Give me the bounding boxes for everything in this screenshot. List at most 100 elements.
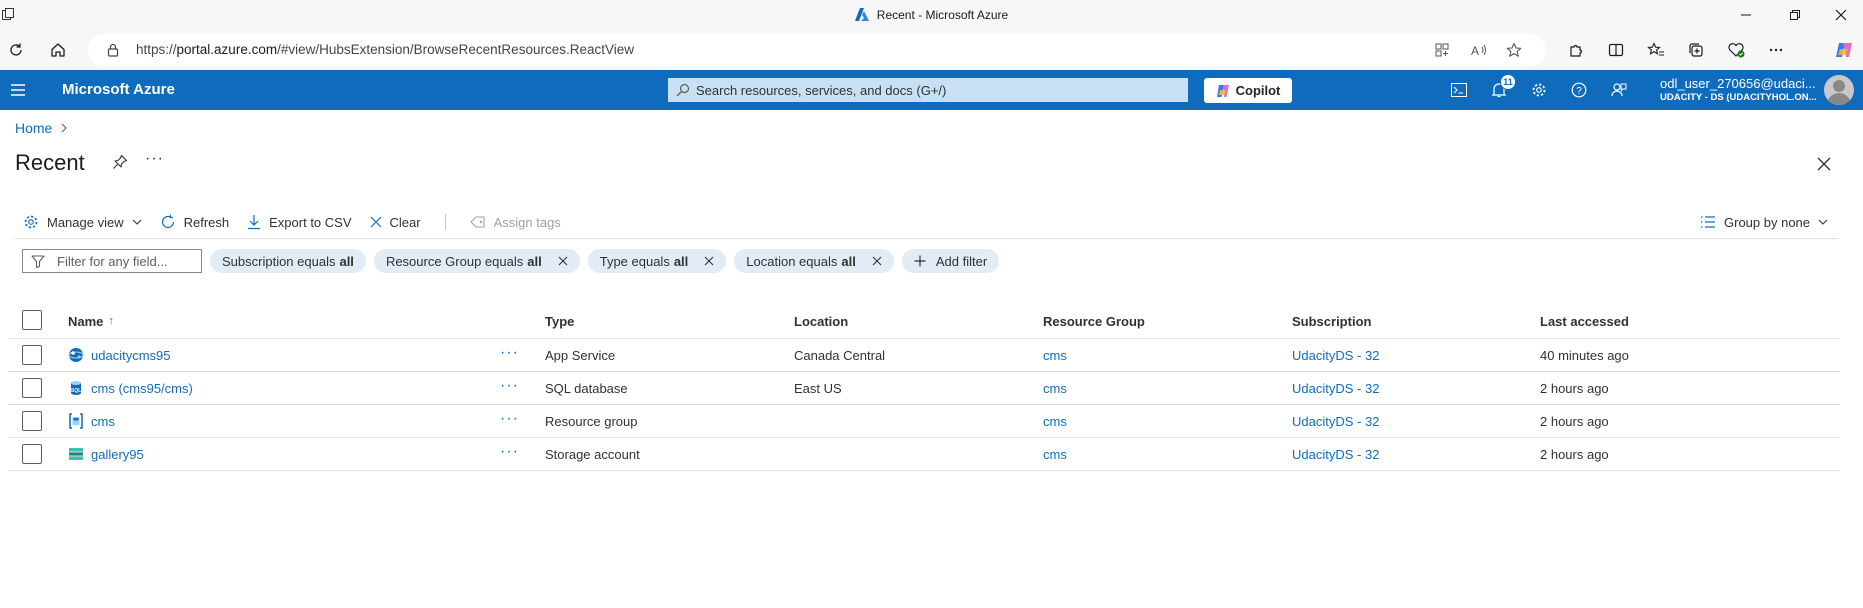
copilot-sidebar-button[interactable] — [1830, 36, 1858, 64]
filter-pill-field: Location equals — [746, 253, 838, 269]
resource-name-link[interactable]: udacitycms95 — [91, 348, 170, 363]
row-checkbox[interactable] — [22, 411, 42, 431]
read-aloud-button[interactable]: A — [1468, 40, 1490, 60]
split-screen-button[interactable] — [1602, 36, 1630, 64]
resources-grid: Name ↑ Type Location Resource Group Subs… — [8, 304, 1840, 471]
resource-name-link[interactable]: cms — [91, 414, 115, 429]
row-more-actions[interactable]: ··· — [500, 344, 519, 362]
global-search-input[interactable] — [696, 78, 1176, 102]
favorites-list-icon — [1647, 42, 1664, 56]
copilot-button[interactable]: Copilot — [1204, 78, 1292, 103]
row-checkbox[interactable] — [22, 378, 42, 398]
browser-essentials-button[interactable] — [1722, 36, 1750, 64]
subscription-link[interactable]: UdacityDS - 32 — [1292, 339, 1379, 371]
search-icon — [676, 83, 690, 97]
filter-pill-resource-group[interactable]: Resource Group equals all — [373, 249, 580, 273]
group-by-label: Group by none — [1724, 214, 1811, 230]
filter-pill-type[interactable]: Type equals all — [587, 249, 727, 273]
row-more-actions[interactable]: ··· — [500, 410, 519, 428]
app-available-button[interactable] — [1431, 40, 1453, 60]
storage-account-icon — [69, 448, 83, 460]
url-text[interactable]: https://portal.azure.com/#view/HubsExten… — [136, 42, 634, 57]
resource-group-link[interactable]: cms — [1043, 438, 1067, 470]
account-menu[interactable]: odl_user_270656@udaci... UDACITY - DS (U… — [1660, 76, 1830, 103]
add-filter-button[interactable]: Add filter — [901, 249, 1000, 273]
pin-icon[interactable] — [112, 154, 128, 170]
chevron-down-icon — [132, 219, 141, 225]
global-search[interactable] — [668, 78, 1188, 102]
favorite-button[interactable] — [1503, 40, 1525, 60]
avatar[interactable] — [1824, 75, 1854, 105]
close-blade-button[interactable] — [1812, 152, 1836, 176]
sql-database-icon: SQL — [71, 381, 81, 395]
column-header-type[interactable]: Type — [545, 304, 574, 338]
last-accessed-cell: 40 minutes ago — [1540, 347, 1629, 363]
refresh-button[interactable]: Refresh — [160, 208, 229, 236]
row-more-actions[interactable]: ··· — [500, 377, 519, 395]
window-title-text: Recent - Microsoft Azure — [876, 8, 1009, 22]
list-group-icon — [1701, 216, 1715, 228]
column-header-subscription[interactable]: Subscription — [1292, 304, 1371, 338]
cloud-shell-button[interactable] — [1444, 76, 1474, 104]
settings-and-more-button[interactable] — [1762, 36, 1790, 64]
resource-group-link[interactable]: cms — [1043, 372, 1067, 404]
restore-button[interactable] — [1772, 0, 1818, 30]
resource-name-link[interactable]: gallery95 — [91, 447, 144, 462]
gear-icon — [1532, 83, 1546, 97]
site-info-icon[interactable] — [106, 43, 120, 57]
reload-button[interactable] — [2, 36, 30, 64]
row-more-actions[interactable]: ··· — [500, 443, 519, 461]
group-by-dropdown[interactable]: Group by none — [1700, 208, 1828, 236]
favorites-button[interactable] — [1642, 36, 1670, 64]
copilot-icon — [1836, 43, 1852, 57]
column-header-resource-group[interactable]: Resource Group — [1043, 304, 1145, 338]
row-checkbox[interactable] — [22, 345, 42, 365]
column-header-last-accessed[interactable]: Last accessed — [1540, 304, 1629, 338]
resource-group-link[interactable]: cms — [1043, 405, 1067, 437]
filter-input[interactable] — [57, 250, 197, 272]
address-bar[interactable]: https://portal.azure.com/#view/HubsExten… — [88, 34, 1546, 66]
resource-group-link[interactable]: cms — [1043, 339, 1067, 371]
url-path: /#view/HubsExtension/BrowseRecentResourc… — [277, 42, 634, 57]
page-more-actions[interactable]: ··· — [145, 150, 164, 168]
home-button[interactable] — [44, 36, 72, 64]
filter-pill-subscription[interactable]: Subscription equals all — [210, 249, 366, 273]
collections-button[interactable] — [1682, 36, 1710, 64]
star-icon — [1506, 42, 1522, 57]
help-button[interactable]: ? — [1564, 76, 1594, 104]
breadcrumb-home[interactable]: Home — [15, 120, 52, 136]
chevron-right-icon — [61, 123, 68, 133]
subscription-link[interactable]: UdacityDS - 32 — [1292, 438, 1379, 470]
column-header-location[interactable]: Location — [794, 304, 848, 338]
remove-filter-button[interactable] — [704, 256, 714, 266]
remove-filter-button[interactable] — [872, 256, 882, 266]
manage-view-button[interactable]: Manage view — [23, 208, 142, 236]
subscription-link[interactable]: UdacityDS - 32 — [1292, 372, 1379, 404]
extensions-button[interactable] — [1562, 36, 1590, 64]
subscription-link[interactable]: UdacityDS - 32 — [1292, 405, 1379, 437]
export-csv-button[interactable]: Export to CSV — [247, 208, 352, 236]
notifications-button[interactable]: 11 — [1484, 74, 1516, 104]
url-domain: portal.azure.com — [176, 42, 278, 57]
settings-button[interactable] — [1524, 76, 1554, 104]
feedback-button[interactable] — [1604, 76, 1634, 104]
minimize-icon — [1741, 14, 1751, 16]
assign-tags-button[interactable]: Assign tags — [469, 208, 561, 236]
filter-pill-location[interactable]: Location equals all — [734, 249, 894, 273]
ellipsis-icon — [1769, 48, 1783, 52]
clear-button[interactable]: Clear — [370, 208, 421, 236]
azure-brand[interactable]: Microsoft Azure — [62, 81, 175, 98]
chevron-down-icon — [1818, 219, 1828, 225]
close-icon — [872, 256, 882, 266]
column-header-name[interactable]: Name ↑ — [68, 304, 114, 338]
select-all-checkbox[interactable] — [22, 310, 42, 330]
row-checkbox[interactable] — [22, 444, 42, 464]
close-window-button[interactable] — [1818, 0, 1863, 30]
filter-input-box[interactable] — [22, 249, 202, 273]
remove-filter-button[interactable] — [558, 256, 568, 266]
resource-name-link[interactable]: cms (cms95/cms) — [91, 381, 193, 396]
help-icon: ? — [1571, 82, 1587, 98]
portal-menu-icon[interactable] — [10, 82, 26, 98]
close-icon — [704, 256, 714, 266]
minimize-button[interactable] — [1723, 0, 1769, 30]
